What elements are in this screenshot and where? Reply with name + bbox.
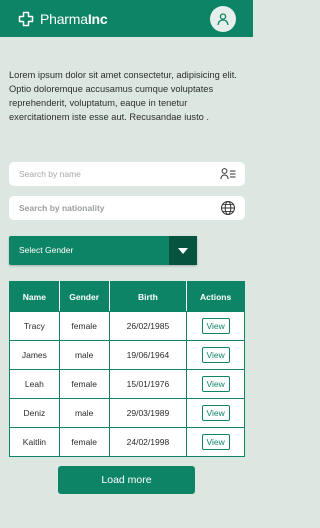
column-header-actions: Actions [186,281,245,312]
cell-gender: male [58,340,110,370]
table-row: Tracy female 26/02/1985 View [9,311,245,341]
cell-birth: 19/06/1964 [108,340,188,370]
view-button[interactable]: View [201,376,230,392]
globe-icon[interactable] [220,200,236,216]
search-nationality-input[interactable] [19,203,209,213]
caret-down-icon [178,247,188,254]
user-icon [217,13,229,26]
brand-light: Pharma [40,10,88,27]
column-header-name: Name [9,281,60,312]
table-header-row: Name Gender Birth Actions [9,281,245,312]
gender-select-toggle[interactable] [169,236,197,265]
cell-name: Kaitlin [9,427,60,457]
gender-select-label: Select Gender [19,245,74,255]
brand-name[interactable]: PharmaInc [40,10,108,27]
cell-actions: View [186,311,245,341]
load-more-button[interactable]: Load more [58,466,195,494]
avatar[interactable] [210,6,236,32]
cell-name: Deniz [9,398,60,428]
cell-name: Tracy [9,311,60,341]
search-nationality-box[interactable] [9,196,245,220]
cell-actions: View [186,398,245,428]
cell-actions: View [186,369,245,399]
table-row: James male 19/06/1964 View [9,340,245,370]
cell-name: James [9,340,60,370]
search-name-input[interactable] [19,169,209,179]
table-row: Deniz male 29/03/1989 View [9,398,245,428]
cell-birth: 29/03/1989 [108,398,188,428]
app-header: PharmaInc [0,0,253,37]
cell-gender: female [58,427,110,457]
plus-outline-icon [18,11,34,26]
patients-table: Name Gender Birth Actions Tracy female 2… [9,281,245,457]
table-row: Leah female 15/01/1976 View [9,369,245,399]
person-list-icon[interactable] [220,167,236,181]
cell-actions: View [186,340,245,370]
view-button[interactable]: View [201,434,230,450]
cell-birth: 15/01/1976 [108,369,188,399]
search-name-box[interactable] [9,162,245,186]
view-button[interactable]: View [201,405,230,421]
cell-birth: 26/02/1985 [108,311,188,341]
view-button[interactable]: View [201,318,230,334]
cell-birth: 24/02/1998 [108,427,188,457]
cell-gender: female [58,311,110,341]
gender-select[interactable]: Select Gender [9,236,197,265]
column-header-gender: Gender [58,281,110,312]
cell-gender: female [58,369,110,399]
column-header-birth: Birth [108,281,188,312]
table-row: Kaitlin female 24/02/1998 View [9,427,245,457]
cell-actions: View [186,427,245,457]
view-button[interactable]: View [201,347,230,363]
brand-bold: Inc [87,10,108,27]
cell-gender: male [58,398,110,428]
intro-text: Lorem ipsum dolor sit amet consectetur, … [9,70,237,122]
cell-name: Leah [9,369,60,399]
